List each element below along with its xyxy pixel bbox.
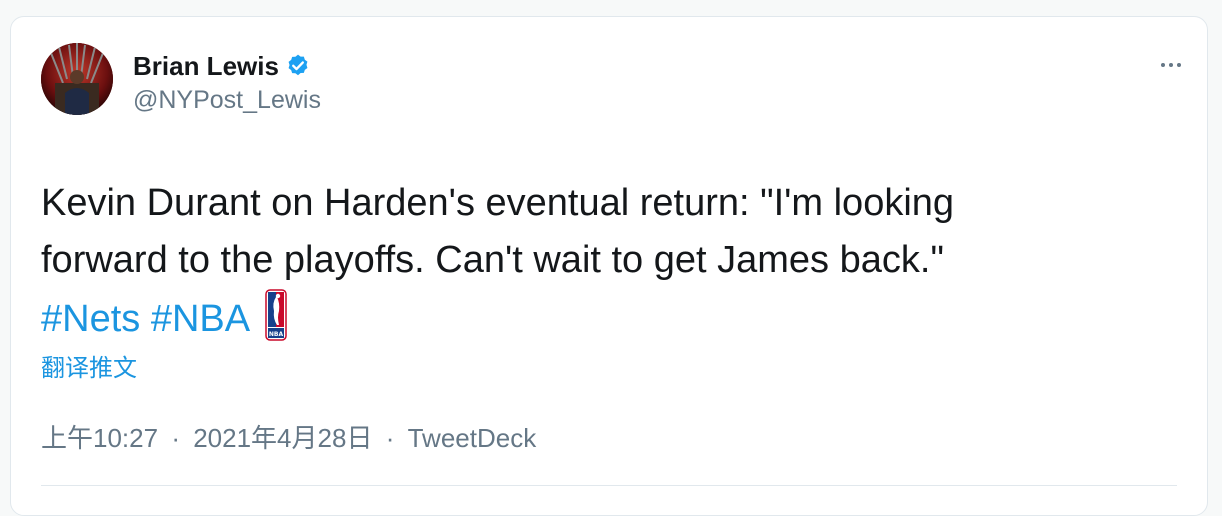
more-options-icon[interactable] bbox=[1141, 53, 1181, 77]
hashtag-nets[interactable]: #Nets bbox=[41, 298, 140, 340]
nba-logo-icon: NBA bbox=[264, 289, 287, 341]
tweet-hashtags: #Nets #NBA NBA bbox=[41, 289, 1161, 348]
translate-tweet-link[interactable]: 翻译推文 bbox=[41, 348, 137, 383]
author-handle[interactable]: @NYPost_Lewis bbox=[133, 86, 321, 115]
tweet-text-line: Kevin Durant on Harden's eventual return… bbox=[41, 182, 955, 224]
author-name[interactable]: Brian Lewis bbox=[133, 51, 279, 82]
meta-separator: · bbox=[171, 423, 180, 453]
verified-badge-icon bbox=[285, 53, 311, 79]
meta-separator: · bbox=[385, 423, 395, 453]
tweet-meta: 上午10:27 · 2021年4月28日 · TweetDeck bbox=[41, 418, 536, 455]
hashtag-nba[interactable]: #NBA bbox=[151, 298, 248, 340]
avatar[interactable] bbox=[41, 43, 113, 115]
tweet-time[interactable]: 上午10:27 bbox=[41, 423, 158, 453]
tweet-text: Kevin Durant on Harden's eventual return… bbox=[41, 175, 1161, 348]
tweet-source[interactable]: TweetDeck bbox=[408, 423, 537, 453]
tweet-text-line: forward to the playoffs. Can't wait to g… bbox=[41, 239, 944, 281]
author-info: Brian Lewis @NYPost_Lewis bbox=[133, 50, 321, 115]
author-name-row: Brian Lewis bbox=[133, 50, 321, 82]
tweet-card: Brian Lewis @NYPost_Lewis Kevin Durant o… bbox=[10, 16, 1208, 516]
tweet-header: Brian Lewis @NYPost_Lewis bbox=[41, 43, 1181, 115]
tweet-date[interactable]: 2021年4月28日 bbox=[193, 423, 372, 453]
svg-text:NBA: NBA bbox=[268, 331, 283, 338]
divider bbox=[41, 485, 1177, 486]
